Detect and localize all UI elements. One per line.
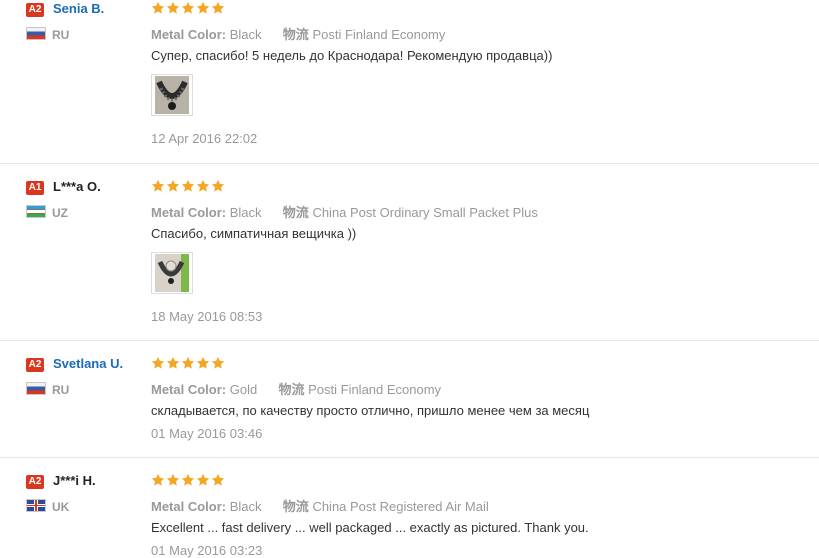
review-item: A1 L***a O. UZ Metal Color: Black 物流 Chi… [0,178,819,341]
star-icon [151,356,165,369]
star-icon [181,356,195,369]
reviewer-name[interactable]: Senia B. [53,1,104,16]
review-item: A2 Svetlana U. RU Metal Color: Gold 物流 P… [0,355,819,458]
shipping-label: 物流 [282,205,309,220]
country-flag-icon [26,205,46,218]
review-text: Супер, спасибо! 5 недель до Краснодара! … [151,48,553,63]
star-icon [181,179,195,192]
reviewer-country: UK [52,500,70,514]
country-flag-icon [26,499,46,512]
order-details: Metal Color: Black 物流 Posti Finland Econ… [151,24,445,43]
star-icon [211,1,225,14]
buyer-level-badge: A2 [26,3,44,17]
metal-color-value: Black [229,205,262,220]
metal-color-label: Metal Color: [151,382,227,397]
star-icon [181,1,195,14]
star-icon [166,473,180,486]
star-icon [181,473,195,486]
shipping-label: 物流 [282,27,309,42]
buyer-level-badge: A1 [26,181,44,195]
star-icon [196,473,210,486]
star-icon [211,179,225,192]
star-icon [196,1,210,14]
star-rating [151,179,225,193]
star-icon [166,356,180,369]
review-date: 12 Apr 2016 22:02 [151,131,258,146]
buyer-level-badge: A2 [26,358,44,372]
shipping-method: China Post Registered Air Mail [312,499,489,514]
shipping-method: Posti Finland Economy [312,27,446,42]
metal-color-label: Metal Color: [151,499,227,514]
order-details: Metal Color: Gold 物流 Posti Finland Econo… [151,379,441,398]
reviewer-name: J***i H. [53,473,96,488]
star-icon [196,356,210,369]
shipping-method: Posti Finland Economy [308,382,442,397]
shipping-label: 物流 [282,499,309,514]
review-photo-thumbnail[interactable] [151,74,193,116]
review-item: A2 Senia B. RU Metal Color: Black 物流 Pos… [0,0,819,164]
review-text: Спасибо, симпатичная вещичка )) [151,226,357,241]
metal-color-label: Metal Color: [151,205,227,220]
review-text: складывается, по качеству просто отлично… [151,403,590,418]
reviewer-name: L***a O. [53,179,101,194]
star-icon [151,1,165,14]
metal-color-value: Black [229,499,262,514]
star-icon [196,179,210,192]
order-details: Metal Color: Black 物流 China Post Registe… [151,496,489,515]
review-photo-thumbnail[interactable] [151,252,193,294]
review-date: 01 May 2016 03:46 [151,426,263,441]
reviewer-name[interactable]: Svetlana U. [53,356,123,371]
country-flag-icon [26,382,46,395]
star-rating [151,356,225,370]
reviewer-country: UZ [52,206,68,220]
order-details: Metal Color: Black 物流 China Post Ordinar… [151,202,538,221]
reviewer-country: RU [52,28,70,42]
star-icon [151,473,165,486]
star-icon [211,473,225,486]
star-icon [166,179,180,192]
review-date: 18 May 2016 08:53 [151,309,263,324]
reviewer-country: RU [52,383,70,397]
country-flag-icon [26,27,46,40]
star-icon [211,356,225,369]
metal-color-label: Metal Color: [151,27,227,42]
star-rating [151,473,225,487]
review-date: 01 May 2016 03:23 [151,543,263,558]
star-rating [151,1,225,15]
star-icon [166,1,180,14]
review-text: Excellent ... fast delivery ... well pac… [151,520,589,535]
necklace-photo-icon [155,76,189,114]
shipping-method: China Post Ordinary Small Packet Plus [312,205,538,220]
star-icon [151,179,165,192]
metal-color-value: Gold [229,382,258,397]
buyer-level-badge: A2 [26,475,44,489]
shipping-label: 物流 [278,382,305,397]
review-item: A2 J***i H. UK Metal Color: Black 物流 Chi… [0,472,819,558]
metal-color-value: Black [229,27,262,42]
necklace-photo-icon [155,254,189,292]
